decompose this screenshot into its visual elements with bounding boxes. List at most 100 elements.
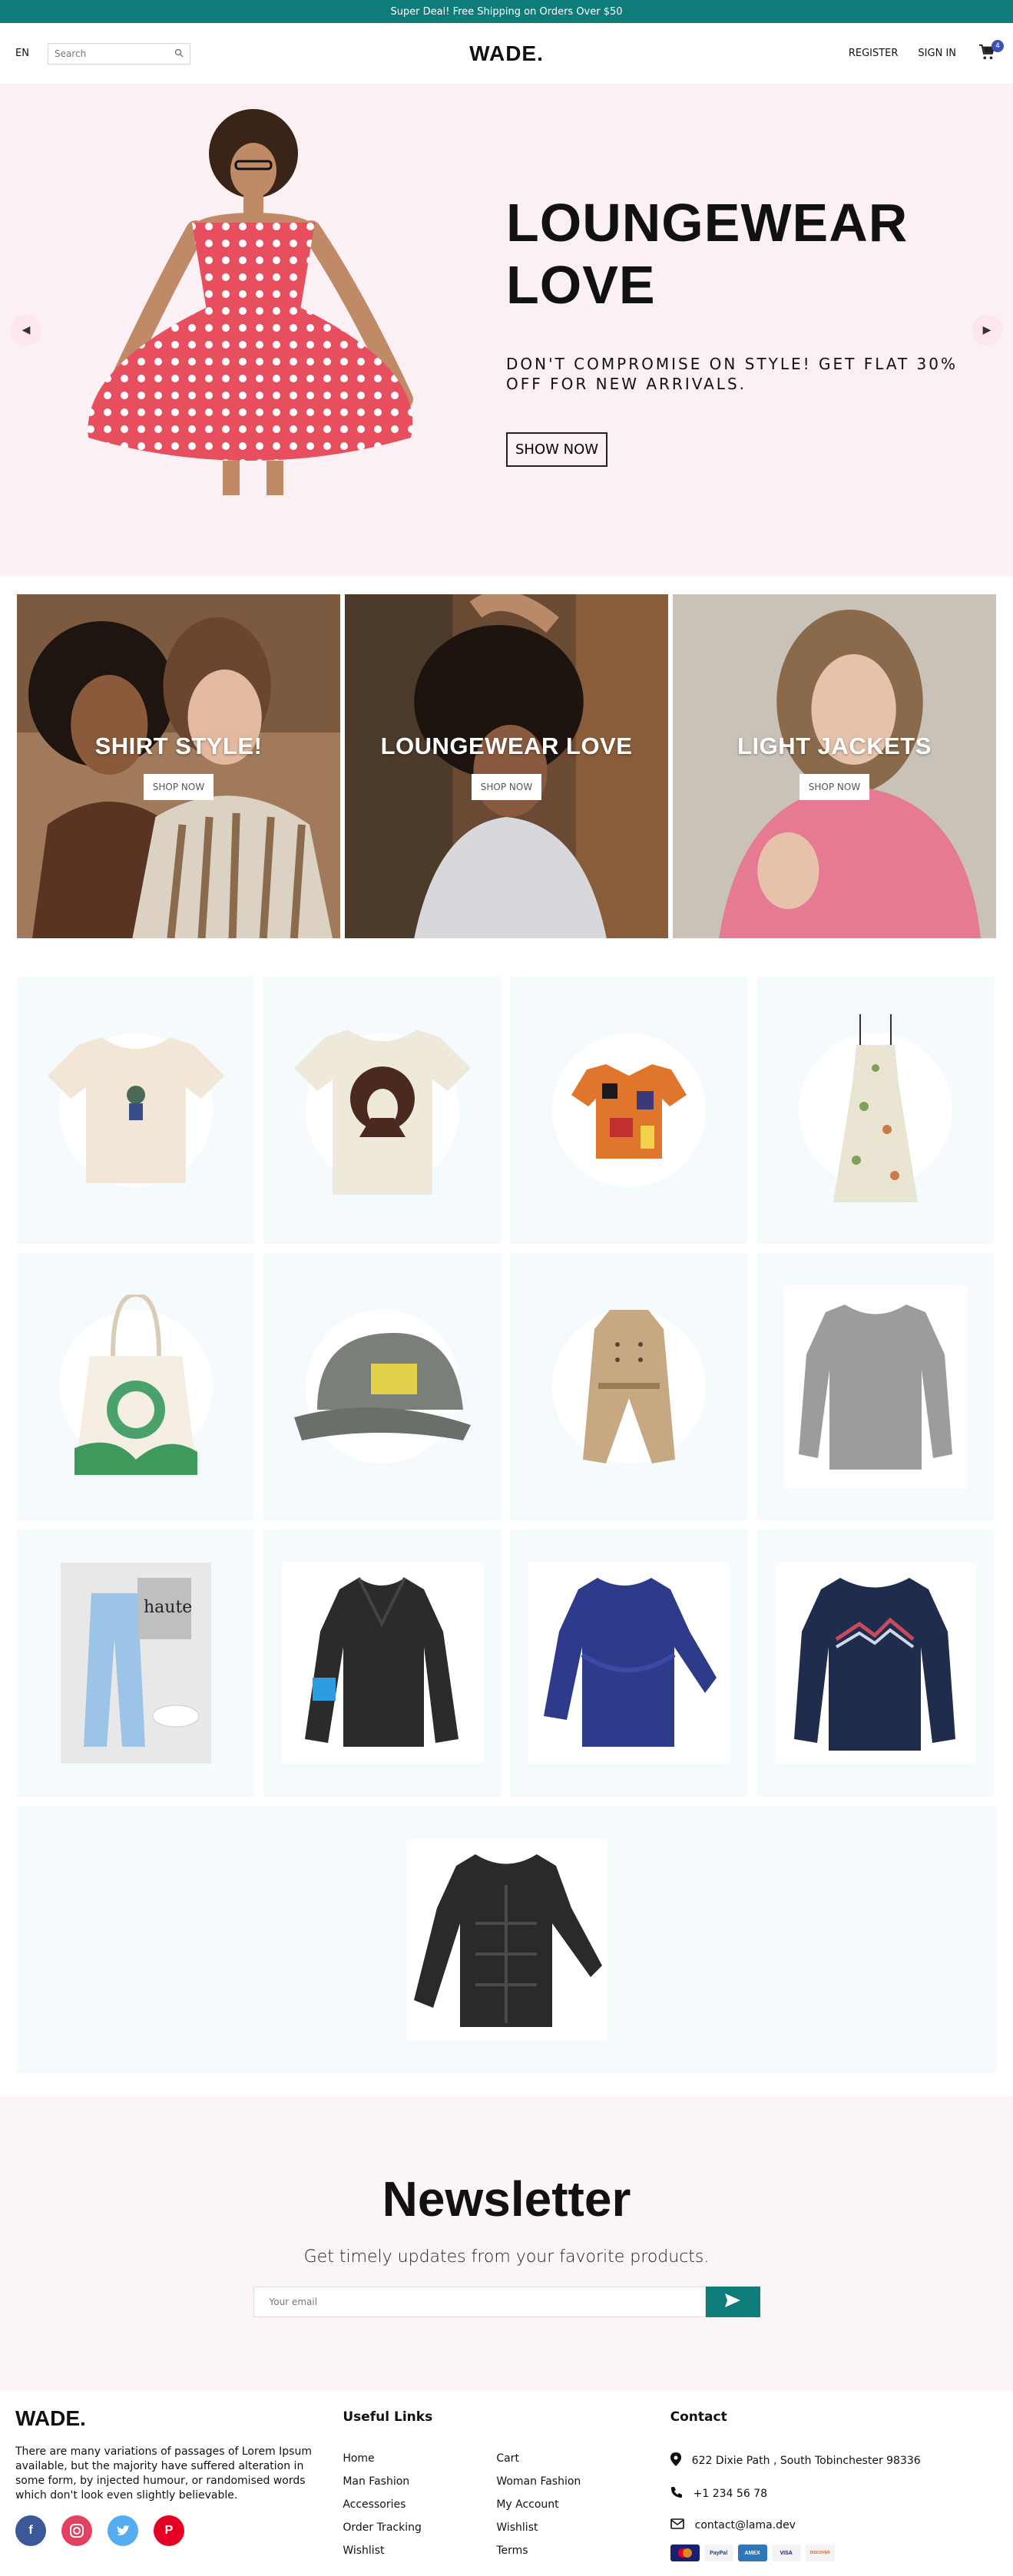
footer-link-wishlist[interactable]: Wishlist [496, 2521, 650, 2534]
visa-icon: VISA [771, 2545, 801, 2561]
model-in-polka-dress-image [87, 109, 413, 495]
cart-badge: 4 [991, 39, 1004, 52]
product-image-trench-coat [575, 1306, 683, 1467]
phone-text: +1 234 56 78 [693, 2488, 767, 2500]
category-title: LIGHT JACKETS [737, 732, 932, 759]
product-image-blue-base-layer [528, 1562, 730, 1764]
newsletter-form [253, 2286, 760, 2317]
contact-title: Contact [670, 2409, 727, 2425]
product-card[interactable] [17, 1253, 254, 1520]
slider-prev-arrow[interactable]: ◀ [11, 315, 41, 346]
categories: SHIRT STYLE! SHOP NOW LOUNGEWEAR LOVE SH… [0, 594, 1013, 938]
twitter-icon[interactable] [108, 2515, 138, 2546]
product-card[interactable] [510, 1253, 747, 1520]
product-image-tote-bag [67, 1295, 205, 1479]
product-card[interactable] [17, 1806, 996, 2073]
pinterest-icon[interactable]: P [154, 2515, 184, 2546]
announcement-text: Super Deal! Free Shipping on Orders Over… [390, 5, 623, 18]
contact-list: 622 Dixie Path , South Tobinchester 9833… [670, 2452, 998, 2532]
payment-methods: PayPal AMEX VISA DISCOVER [670, 2545, 998, 2561]
location-pin-icon [670, 2452, 681, 2469]
footer-link-accessories[interactable]: Accessories [343, 2498, 496, 2511]
footer-link-man-fashion[interactable]: Man Fashion [343, 2475, 496, 2488]
hero-image [0, 84, 491, 576]
search-input[interactable] [54, 48, 162, 59]
address-text: 622 Dixie Path , South Tobinchester 9833… [691, 2455, 921, 2467]
mail-icon [670, 2518, 684, 2532]
hero-title-line1: LOUNGEWEAR [506, 193, 909, 253]
newsletter-email-input[interactable] [253, 2286, 706, 2317]
search-icon[interactable] [174, 46, 184, 61]
product-image-jeans-outfit: haute [60, 1562, 211, 1764]
product-card[interactable] [17, 977, 254, 1244]
footer-brand-column: WADE. There are many variations of passa… [15, 2406, 343, 2551]
category-card-loungewear-love[interactable]: LOUNGEWEAR LOVE SHOP NOW [345, 594, 668, 938]
category-card-light-jackets[interactable]: LIGHT JACKETS SHOP NOW [673, 594, 996, 938]
chevron-left-icon: ◀ [22, 324, 31, 336]
language-selector[interactable]: EN [15, 48, 29, 59]
product-card[interactable] [756, 1529, 994, 1797]
category-card-shirt-style[interactable]: SHIRT STYLE! SHOP NOW [17, 594, 340, 938]
category-title: SHIRT STYLE! [94, 732, 263, 759]
footer-contact-column: Contact 622 Dixie Path , South Tobinches… [670, 2406, 998, 2561]
footer-logo[interactable]: WADE. [15, 2406, 343, 2431]
product-image-tshirt-cream [47, 1030, 224, 1191]
product-image-navy-longsleeve [774, 1562, 976, 1764]
hero-title: LOUNGEWEAR LOVE [506, 192, 967, 316]
sign-in-link[interactable]: SIGN IN [918, 48, 956, 59]
category-info: SHIRT STYLE! SHOP NOW [17, 594, 340, 938]
footer-link-terms[interactable]: Terms [496, 2545, 650, 2557]
footer-description: There are many variations of passages of… [15, 2445, 312, 2502]
product-card[interactable] [263, 977, 501, 1244]
slider-next-arrow[interactable]: ▶ [972, 315, 1002, 346]
footer-links-list: Home Cart Man Fashion Woman Fashion Acce… [343, 2452, 650, 2568]
footer-link-cart[interactable]: Cart [496, 2452, 650, 2465]
phone-icon [670, 2486, 683, 2502]
product-card[interactable] [263, 1529, 501, 1797]
footer-link-my-account[interactable]: My Account [496, 2498, 650, 2511]
footer-link-home[interactable]: Home [343, 2452, 496, 2465]
useful-links-title: Useful Links [343, 2409, 433, 2425]
amex-icon: AMEX [737, 2545, 767, 2561]
contact-address: 622 Dixie Path , South Tobinchester 9833… [670, 2452, 998, 2469]
navbar-left: EN [15, 42, 190, 64]
newsletter-section: Newsletter Get timely updates from your … [0, 2096, 1013, 2391]
instagram-icon[interactable] [61, 2515, 92, 2546]
footer-link-woman-fashion[interactable]: Woman Fashion [496, 2475, 650, 2488]
send-icon [725, 2293, 741, 2310]
product-card[interactable] [510, 1529, 747, 1797]
product-card[interactable] [756, 1253, 994, 1520]
product-image-floral-dress [833, 1014, 918, 1206]
register-link[interactable]: REGISTER [849, 48, 899, 59]
paypal-icon: PayPal [703, 2545, 733, 2561]
social-icons: f P [15, 2515, 343, 2546]
logo[interactable]: WADE. [469, 41, 544, 66]
footer-link-order-tracking[interactable]: Order Tracking [343, 2521, 496, 2534]
footer-link-wishlist[interactable]: Wishlist [343, 2545, 496, 2557]
show-now-button[interactable]: SHOW NOW [506, 432, 608, 467]
product-card[interactable] [263, 1253, 501, 1520]
shop-now-button[interactable]: SHOP NOW [143, 774, 214, 800]
product-image-black-compression-top [406, 1839, 607, 2040]
navbar-right: REGISTER SIGN IN 4 [849, 39, 1004, 64]
product-card[interactable] [510, 977, 747, 1244]
facebook-icon[interactable]: f [15, 2515, 46, 2546]
shop-now-button[interactable]: SHOP NOW [471, 774, 542, 800]
product-card[interactable]: haute [17, 1529, 254, 1797]
shop-now-button[interactable]: SHOP NOW [799, 774, 870, 800]
category-info: LIGHT JACKETS SHOP NOW [673, 594, 996, 938]
contact-phone: +1 234 56 78 [670, 2486, 998, 2502]
hero-title-line2: LOVE [506, 254, 656, 315]
svg-text:haute: haute [144, 1598, 192, 1617]
newsletter-description: Get timely updates from your favorite pr… [303, 2247, 710, 2267]
hero-info: LOUNGEWEAR LOVE DON'T COMPROMISE ON STYL… [491, 84, 1013, 576]
hero-slider: ◀ LOUNGEWEAR LOVE DON'T COMPROMISE ON ST… [0, 84, 1013, 576]
category-info: LOUNGEWEAR LOVE SHOP NOW [345, 594, 668, 938]
announcement-bar: Super Deal! Free Shipping on Orders Over… [0, 0, 1013, 23]
product-card[interactable] [756, 977, 994, 1244]
hero-description: DON'T COMPROMISE ON STYLE! GET FLAT 30% … [506, 355, 958, 393]
newsletter-send-button[interactable] [705, 2286, 760, 2317]
discover-icon: DISCOVER [805, 2545, 835, 2561]
email-text: contact@lama.dev [694, 2519, 796, 2531]
cart-button[interactable]: 4 [976, 39, 1004, 64]
